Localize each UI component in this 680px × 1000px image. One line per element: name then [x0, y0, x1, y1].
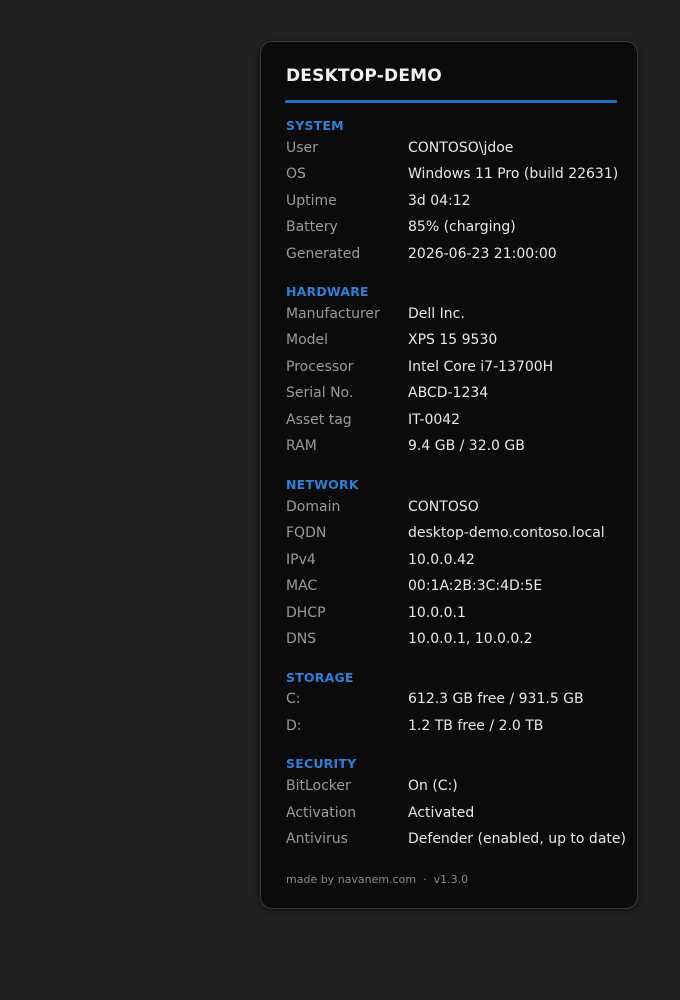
info-row: DHCP 10.0.0.1	[286, 605, 626, 627]
row-label: MAC	[286, 578, 318, 594]
footer-separator: ·	[423, 873, 427, 886]
row-value: IT-0042	[408, 412, 461, 428]
info-row: C: 612.3 GB free / 931.5 GB	[286, 691, 626, 713]
section-title-hardware: HARDWARE	[286, 284, 369, 299]
info-row: Domain CONTOSO	[286, 499, 626, 521]
row-label: Model	[286, 332, 329, 348]
row-label: Processor	[286, 359, 354, 375]
row-value: 10.0.0.1	[408, 605, 466, 621]
info-row: BitLocker On (C:)	[286, 778, 626, 800]
footer: made by navanem.com · v1.3.0	[286, 873, 468, 886]
info-row: Battery 85% (charging)	[286, 219, 626, 241]
section-title-security: SECURITY	[286, 756, 357, 771]
footer-credit: made by navanem.com	[286, 873, 417, 886]
row-label: Activation	[286, 805, 357, 821]
row-label: Domain	[286, 499, 341, 515]
row-value: CONTOSO	[408, 499, 479, 515]
row-label: IPv4	[286, 552, 316, 568]
row-value: Defender (enabled, up to date)	[408, 831, 626, 847]
row-label: Battery	[286, 219, 338, 235]
row-value: desktop-demo.contoso.local	[408, 525, 605, 541]
footer-version: v1.3.0	[433, 873, 469, 886]
row-value: 1.2 TB free / 2.0 TB	[408, 718, 544, 734]
info-row: Manufacturer Dell Inc.	[286, 306, 626, 328]
row-value: 3d 04:12	[408, 193, 471, 209]
row-label: Uptime	[286, 193, 337, 209]
row-label: Antivirus	[286, 831, 348, 847]
widget-title: DESKTOP-DEMO	[286, 66, 442, 86]
row-value: Windows 11 Pro (build 22631)	[408, 166, 619, 182]
info-row: DNS 10.0.0.1, 10.0.0.2	[286, 631, 626, 653]
row-label: BitLocker	[286, 778, 351, 794]
info-row: Activation Activated	[286, 805, 626, 827]
info-row: User CONTOSO\jdoe	[286, 140, 626, 162]
info-row: Asset tag IT-0042	[286, 412, 626, 434]
row-value: 2026-06-23 21:00:00	[408, 246, 557, 262]
info-row: RAM 9.4 GB / 32.0 GB	[286, 438, 626, 460]
row-label: DHCP	[286, 605, 326, 621]
info-row: Antivirus Defender (enabled, up to date)	[286, 831, 626, 853]
info-row: OS Windows 11 Pro (build 22631)	[286, 166, 626, 188]
row-value: Intel Core i7-13700H	[408, 359, 554, 375]
info-row: Model XPS 15 9530	[286, 332, 626, 354]
title-underline	[285, 100, 617, 103]
info-row: FQDN desktop-demo.contoso.local	[286, 525, 626, 547]
section-title-system: SYSTEM	[286, 118, 344, 133]
info-row: Generated 2026-06-23 21:00:00	[286, 246, 626, 268]
row-value: 10.0.0.1, 10.0.0.2	[408, 631, 533, 647]
row-label: D:	[286, 718, 302, 734]
row-value: Activated	[408, 805, 475, 821]
section-title-network: NETWORK	[286, 477, 359, 492]
row-label: Serial No.	[286, 385, 354, 401]
row-value: 85% (charging)	[408, 219, 516, 235]
info-row: D: 1.2 TB free / 2.0 TB	[286, 718, 626, 740]
row-value: 612.3 GB free / 931.5 GB	[408, 691, 584, 707]
info-row: IPv4 10.0.0.42	[286, 552, 626, 574]
row-value: 9.4 GB / 32.0 GB	[408, 438, 525, 454]
row-value: CONTOSO\jdoe	[408, 140, 514, 156]
row-value: On (C:)	[408, 778, 458, 794]
info-row: Processor Intel Core i7-13700H	[286, 359, 626, 381]
info-row: Uptime 3d 04:12	[286, 193, 626, 215]
row-label: Asset tag	[286, 412, 352, 428]
system-info-widget: DESKTOP-DEMO SYSTEM User CONTOSO\jdoe OS…	[260, 41, 638, 909]
row-label: Manufacturer	[286, 306, 380, 322]
row-label: DNS	[286, 631, 317, 647]
row-value: XPS 15 9530	[408, 332, 498, 348]
row-label: FQDN	[286, 525, 327, 541]
info-row: Serial No. ABCD-1234	[286, 385, 626, 407]
info-row: MAC 00:1A:2B:3C:4D:5E	[286, 578, 626, 600]
row-label: OS	[286, 166, 306, 182]
row-value: ABCD-1234	[408, 385, 489, 401]
row-label: Generated	[286, 246, 361, 262]
section-title-storage: STORAGE	[286, 670, 354, 685]
row-label: C:	[286, 691, 301, 707]
row-value: 10.0.0.42	[408, 552, 475, 568]
row-value: Dell Inc.	[408, 306, 465, 322]
row-value: 00:1A:2B:3C:4D:5E	[408, 578, 543, 594]
row-label: User	[286, 140, 318, 156]
row-label: RAM	[286, 438, 317, 454]
